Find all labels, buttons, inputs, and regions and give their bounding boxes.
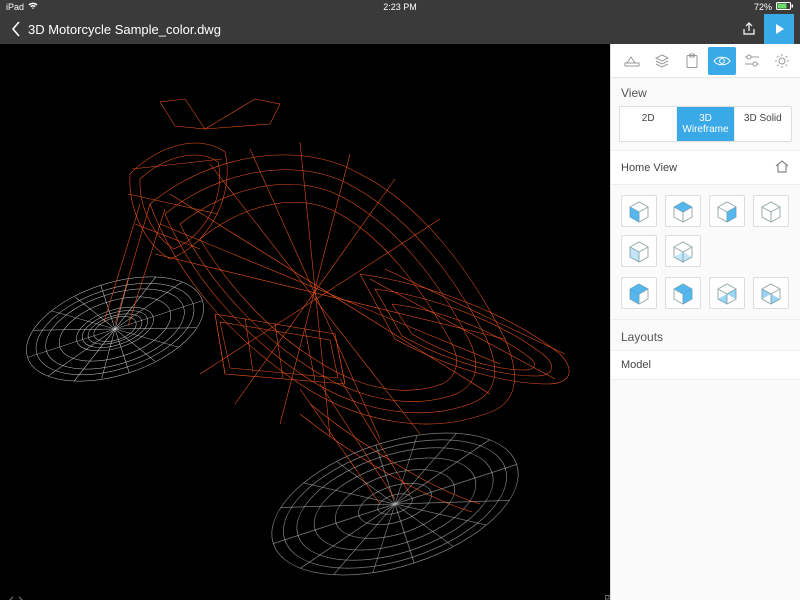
sidebar-toolbar (611, 44, 800, 78)
view-right[interactable] (709, 195, 745, 227)
ios-status-bar: iPad 2:23 PM 72% (0, 0, 800, 14)
iso-sw[interactable] (621, 277, 657, 309)
iso-views-grid (611, 273, 800, 319)
layouts-label: Layouts (611, 319, 800, 350)
draw-tools-icon[interactable] (618, 47, 646, 75)
view-left[interactable] (621, 235, 657, 267)
section-view-label: View (611, 78, 800, 106)
viewmode-3d-solid[interactable]: 3D Solid (735, 107, 791, 141)
back-button[interactable] (6, 21, 26, 37)
view-icon[interactable] (708, 47, 736, 75)
viewmode-3d-wireframe[interactable]: 3D Wireframe (677, 107, 734, 141)
view-mode-segmented: 2D 3D Wireframe 3D Solid (619, 106, 792, 142)
iso-nw[interactable] (753, 277, 789, 309)
layout-item-model[interactable]: Model (611, 350, 800, 380)
view-top[interactable] (665, 195, 701, 227)
wifi-icon (28, 2, 38, 12)
clock: 2:23 PM (383, 2, 417, 12)
view-back[interactable] (753, 195, 789, 227)
battery-icon (776, 2, 794, 12)
iso-se[interactable] (665, 277, 701, 309)
file-title: 3D Motorcycle Sample_color.dwg (28, 22, 221, 37)
clipboard-icon[interactable] (678, 47, 706, 75)
battery-percent: 72% (754, 2, 772, 12)
app-titlebar: 3D Motorcycle Sample_color.dwg (0, 14, 800, 44)
iso-ne[interactable] (709, 277, 745, 309)
share-button[interactable] (734, 14, 764, 44)
home-view-label: Home View (621, 162, 677, 174)
settings-sliders-icon[interactable] (738, 47, 766, 75)
home-view-row[interactable]: Home View (611, 150, 800, 185)
view-sidebar: View 2D 3D Wireframe 3D Solid Home View (610, 44, 800, 600)
viewmode-2d[interactable]: 2D (620, 107, 677, 141)
home-icon (774, 159, 790, 176)
layers-icon[interactable] (648, 47, 676, 75)
play-button[interactable] (764, 14, 794, 44)
view-bottom[interactable] (665, 235, 701, 267)
device-label: iPad (6, 2, 24, 12)
ortho-views-grid (611, 185, 800, 273)
gear-icon[interactable] (768, 47, 796, 75)
model-viewport[interactable] (0, 44, 610, 600)
view-front[interactable] (621, 195, 657, 227)
